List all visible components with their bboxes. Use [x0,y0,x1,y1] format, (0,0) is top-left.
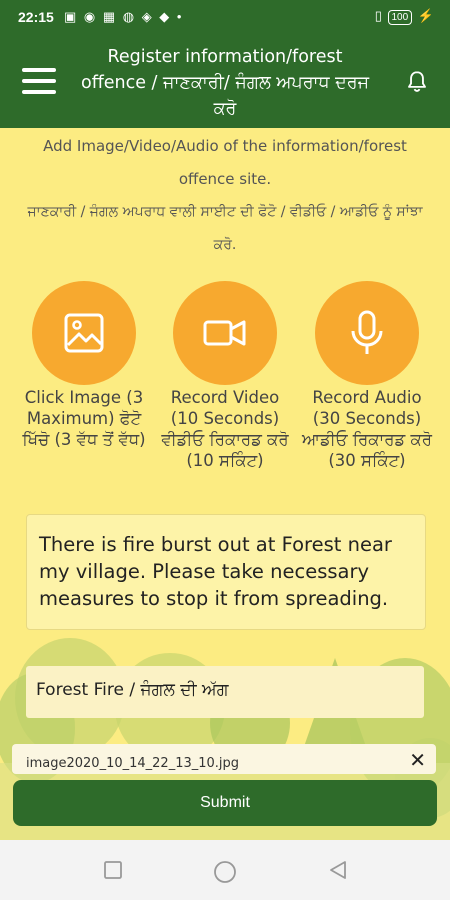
image-icon [64,313,104,353]
intro-punjabi: ਜਾਣਕਾਰੀ / ਜੰਗਲ ਅਪਰਾਧ ਵਾਲੀ ਸਾਈਟ ਦੀ ਫੋਟੋ /… [27,204,423,253]
status-bar: 22:15 ▣ ◉ ▦ ◍ ◈ ◆ • ▯ 100 ⚡ [0,0,450,36]
video-camera-icon [203,320,246,346]
battery-icon: 100 [387,10,413,25]
content-area: Add Image/Video/Audio of the information… [0,128,450,840]
record-video-circle[interactable] [173,281,277,385]
category-text: Forest Fire / ਜੰਗਲ ਦੀ ਅੱਗ [36,680,229,700]
record-video-label: Record Video (10 Seconds) ਵੀਡੀਓ ਰਿਕਾਰਡ ਕ… [161,388,289,470]
intro-text: Add Image/Video/Audio of the information… [18,130,432,262]
bell-icon[interactable] [404,69,430,95]
category-field[interactable]: Forest Fire / ਜੰਗਲ ਦੀ ਅੱਗ [26,666,424,718]
status-time: 22:15 [18,9,54,25]
page-title: Register information/forest offence / ਜਾ… [80,47,369,119]
description-text: There is fire burst out at Forest near m… [39,533,392,610]
app-bar: Register information/forest offence / ਜਾ… [0,36,450,128]
attachment-filename: image2020_10_14_22_13_10.jpg [26,756,240,771]
click-image-button[interactable]: Click Image (3 Maximum) ਫੋਟੋ ਖਿੱਚੋ (3 ਵੱ… [14,281,154,450]
microphone-icon [351,310,383,354]
record-audio-label: Record Audio (30 Seconds) ਆਡੀਓ ਰਿਕਾਰਡ ਕਰ… [302,388,432,470]
record-video-button[interactable]: Record Video (10 Seconds) ਵੀਡੀਓ ਰਿਕਾਰਡ ਕ… [155,281,295,471]
system-navigation-bar [0,840,450,900]
click-image-label: Click Image (3 Maximum) ਫੋਟੋ ਖਿੱਚੋ (3 ਵੱ… [22,388,146,449]
hamburger-menu-icon[interactable] [22,68,56,94]
description-field[interactable]: There is fire burst out at Forest near m… [26,514,426,630]
back-icon[interactable] [328,860,348,880]
intro-english: Add Image/Video/Audio of the information… [43,137,407,188]
remove-attachment-icon[interactable]: ✕ [409,748,426,772]
record-audio-circle[interactable] [315,281,419,385]
recent-apps-icon[interactable] [103,860,123,880]
charging-icon: ⚡ [417,8,434,23]
notification-icons: ▣ ◉ ▦ ◍ ◈ ◆ • [64,9,184,24]
status-right: ▯ 100 ⚡ [375,8,434,25]
submit-button[interactable]: Submit [13,780,437,826]
click-image-circle[interactable] [32,281,136,385]
vibrate-icon: ▯ [374,8,382,23]
attachment-item: image2020_10_14_22_13_10.jpg ✕ [12,744,436,774]
home-icon[interactable] [213,860,237,884]
record-audio-button[interactable]: Record Audio (30 Seconds) ਆਡੀਓ ਰਿਕਾਰਡ ਕਰ… [297,281,437,471]
